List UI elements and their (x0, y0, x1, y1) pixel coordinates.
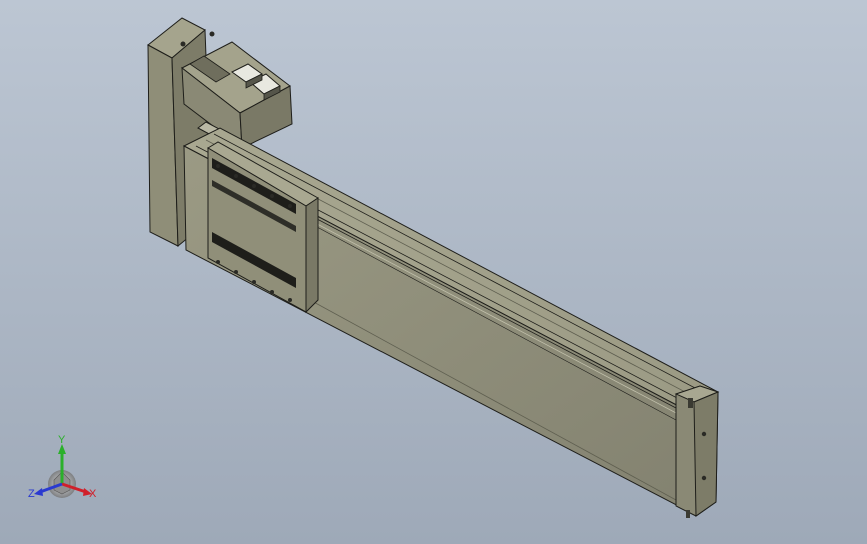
triad-y-label: Y (58, 434, 66, 446)
triad-x-label: X (89, 488, 97, 500)
end-cap (674, 385, 720, 518)
carriage-block (207, 141, 319, 314)
cad-viewport[interactable]: Y X Z (0, 0, 867, 544)
model-scene[interactable]: Y X Z (0, 0, 867, 544)
orientation-triad[interactable]: Y X Z (28, 434, 97, 500)
triad-z-label: Z (28, 488, 35, 500)
